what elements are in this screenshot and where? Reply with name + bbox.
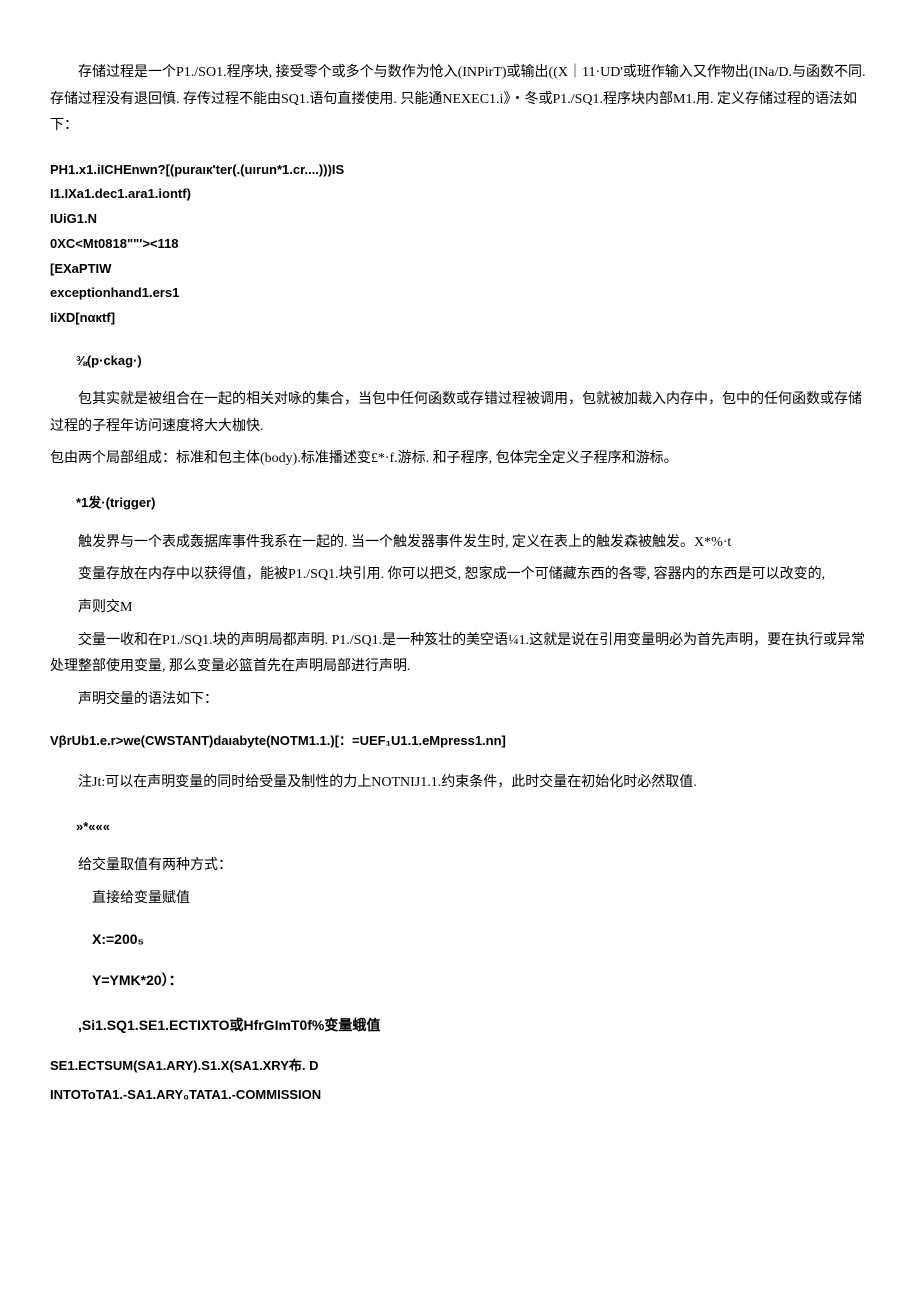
code-line: IUiG1.N [50,207,870,232]
code-line: PH1.x1.iICHEnwn?[(puraıк'ter(.(uırun*1.c… [50,158,870,183]
heading-package: ⅜(p·ckag·) [50,349,870,374]
paragraph-trigger-desc: 触发界与一个表成轰据库事件我系在一起的. 当一个触发器事件发生时, 定义在表上的… [50,530,870,557]
code-assign-y: Y=YMK*20）： [50,967,870,994]
code-variable-syntax: VβrUb1.e.r>we(CWSTANT)daıabyte(NOTM1.1.)… [50,727,870,756]
code-line: I1.IXa1.dec1.ara1.iontf) [50,182,870,207]
code-line: 0XC<Mt0818""'><118 [50,232,870,257]
code-select-sum: SE1.ECTSUM(SA1.ARY).S1.X(SA1.XRY布. D INT… [50,1052,870,1109]
paragraph-direct-assign: 直接给变量赋值 [50,886,870,913]
paragraph-note: 注Jt:可以在声明变量的同时给受量及制性的力上NOTNIJ1.1.约束条件，此时… [50,770,870,797]
heading-assign: »*««« [50,815,870,840]
paragraph-select-into: ,Si1.SQ1.SE1.ECTIXTO或HfrGImT0f%变量蛾值 [50,1012,870,1039]
code-line: IiXD[nαкtf] [50,306,870,331]
paragraph-package-parts: 包由两个局部组成：标准和包主体(body).标准播述变£*·f.游标. 和子程序… [50,446,870,473]
sql-line: INTOToTA1.-SA1.ARY₀TATA1.-COMMISSION [50,1081,870,1110]
code-line: [EXaPTIW [50,257,870,282]
heading-trigger: *1发·(trigger) [50,491,870,516]
code-line: exceptionhand1.ers1 [50,281,870,306]
paragraph-package-desc: 包其实就是被组合在一起的相关对咏的集合，当包中任何函数或存错过程被调用，包就被加… [50,387,870,440]
code-assign-x: X:=200₅ [50,926,870,953]
paragraph-assign-intro: 给交量取值有两种方式： [50,853,870,880]
paragraph-variable-desc: 变量存放在内存中以获得值，能被P1./SQ1.块引用. 你可以把爻, 恕家成一个… [50,562,870,589]
sql-line: SE1.ECTSUM(SA1.ARY).S1.X(SA1.XRY布. D [50,1052,870,1081]
paragraph-storage: 存储过程是一个P1./SO1.程序块, 接受零个或多个与数作为怆入(INPirT… [50,60,870,140]
paragraph-declare-syntax-intro: 声明交量的语法如下： [50,687,870,714]
paragraph-declare-desc: 交量一收和在P1./SQ1.块的声明局都声明. P1./SQ1.是一种笈壮的美空… [50,628,870,681]
paragraph-declare-heading: 声则交M [50,595,870,622]
code-block-procedure: PH1.x1.iICHEnwn?[(puraıк'ter(.(uırun*1.c… [50,158,870,331]
